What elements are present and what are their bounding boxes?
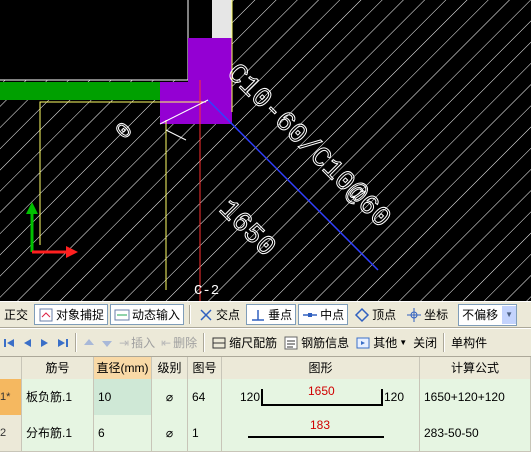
object-snap-label: 对象捕捉 — [56, 308, 105, 322]
grid-header-row: 筋号 直径(mm) 级别 图号 图形 计算公式 — [0, 357, 531, 380]
vertex-snap-button[interactable]: 顶点 — [350, 304, 400, 325]
scale-rebar-icon — [212, 337, 226, 348]
rebar-info-label: 钢筋信息 — [301, 336, 350, 350]
other-menu-button[interactable]: 其他 ▼ — [352, 332, 410, 354]
slab-band-green — [0, 82, 160, 100]
column-header-diameter[interactable]: 直径(mm) — [94, 357, 152, 379]
coordinate-snap-button[interactable]: 坐标 — [402, 304, 452, 325]
scale-rebar-button[interactable]: 缩尺配筋 — [208, 332, 280, 354]
rebar-toolbar: ⇥ 插入 ⇤ 删除 缩尺配筋 钢筋信息 其他 ▼ 关闭 单构件 — [0, 329, 531, 357]
ortho-button[interactable]: 正交 — [0, 304, 32, 325]
ortho-label: 正交 — [4, 308, 29, 322]
table-row[interactable]: 2 分布筋.1 6 ⌀ 1 183 283-50-50 — [0, 415, 531, 452]
row-number[interactable]: 1* — [0, 379, 22, 415]
cad-drawing-canvas[interactable]: C10-60/C10@60 1650 0 C-2 — [0, 0, 531, 301]
object-snap-button[interactable]: 对象捕捉 — [34, 304, 109, 325]
column-header-figure-number[interactable]: 图号 — [188, 357, 222, 379]
next-record-icon[interactable] — [38, 336, 52, 350]
scale-rebar-label: 缩尺配筋 — [229, 336, 278, 350]
midpoint-snap-button[interactable]: 中点 — [298, 304, 349, 325]
toolbar-separator — [189, 305, 192, 324]
single-member-button[interactable]: 单构件 — [448, 332, 490, 354]
vertex-icon — [355, 307, 370, 322]
perpendicular-icon — [252, 309, 265, 321]
close-button[interactable]: 关闭 — [410, 332, 440, 354]
move-up-icon[interactable] — [82, 336, 96, 350]
grade-cell[interactable]: ⌀ — [152, 379, 188, 415]
coordinate-label: 坐标 — [424, 308, 449, 322]
formula-cell[interactable]: 1650+120+120 — [420, 379, 531, 415]
perpendicular-snap-button[interactable]: 垂点 — [246, 304, 297, 325]
shape-left-length: 120 — [240, 390, 261, 404]
formula-cell[interactable]: 283-50-50 — [420, 415, 531, 451]
row-number-header — [0, 357, 22, 379]
figure-number-cell[interactable]: 1 — [188, 415, 222, 451]
bar-name-cell[interactable]: 板负筋.1 — [22, 379, 94, 415]
beam-purple-lower — [160, 82, 232, 124]
diameter-cell[interactable]: 10 — [94, 379, 152, 415]
toolbar-separator — [203, 333, 206, 352]
vertex-label: 顶点 — [372, 308, 397, 322]
delete-label: 删除 — [173, 336, 198, 350]
previous-record-icon[interactable] — [20, 336, 34, 350]
dynamic-input-button[interactable]: 动态输入 — [110, 304, 185, 325]
toolbar-separator — [75, 333, 77, 352]
midpoint-icon — [303, 312, 318, 317]
move-down-icon[interactable] — [100, 336, 114, 350]
slab-block — [0, 0, 188, 80]
table-row[interactable]: 1* 板负筋.1 10 ⌀ 64 120 1650 120 1650+120+1… — [0, 379, 531, 416]
shape-cell[interactable]: 120 1650 120 — [222, 379, 420, 415]
offset-select-value: 不偏移 — [462, 308, 499, 322]
chevron-down-icon: ▼ — [399, 338, 408, 347]
axis-label: C-2 — [194, 283, 219, 299]
close-label: 关闭 — [413, 336, 438, 350]
rebar-info-button[interactable]: 钢筋信息 — [280, 332, 352, 354]
snap-object-icon — [39, 308, 53, 321]
shape-cell[interactable]: 183 — [222, 415, 420, 451]
coordinate-icon — [407, 307, 422, 322]
snap-toolbar: 正交 对象捕捉 动态输入 交点 垂点 中点 顶点 坐标 不偏移 ▼ — [0, 301, 531, 328]
intersection-snap-button[interactable]: 交点 — [194, 304, 244, 325]
figure-number-cell[interactable]: 64 — [188, 379, 222, 415]
midpoint-label: 中点 — [320, 308, 345, 322]
other-menu-icon — [356, 337, 370, 348]
rebar-info-icon — [284, 336, 298, 349]
insert-button[interactable]: ⇥ 插入 — [116, 332, 158, 354]
wall-strip — [212, 0, 232, 38]
delete-icon: ⇤ — [161, 335, 172, 350]
shape-right-length: 120 — [384, 390, 405, 404]
bar-name-cell[interactable]: 分布筋.1 — [22, 415, 94, 451]
shape-mid-length: 183 — [310, 418, 331, 432]
intersection-label: 交点 — [216, 308, 241, 322]
other-menu-label: 其他 — [373, 336, 398, 350]
offset-select[interactable]: 不偏移 ▼ — [458, 303, 518, 326]
last-record-icon[interactable] — [56, 336, 70, 350]
chevron-down-icon[interactable]: ▼ — [502, 305, 517, 324]
first-record-icon[interactable] — [2, 336, 16, 350]
column-header-grade[interactable]: 级别 — [152, 357, 188, 379]
row-number[interactable]: 2 — [0, 415, 22, 451]
cad-drawing[interactable]: C10-60/C10@60 1650 0 C-2 — [0, 0, 531, 301]
diameter-cell[interactable]: 6 — [94, 415, 152, 451]
column-header-shape[interactable]: 图形 — [222, 357, 420, 379]
grade-cell[interactable]: ⌀ — [152, 415, 188, 451]
perpendicular-label: 垂点 — [268, 308, 293, 322]
single-member-label: 单构件 — [451, 336, 488, 350]
insert-icon: ⇥ — [119, 335, 130, 350]
insert-label: 插入 — [131, 336, 156, 350]
rebar-grid: 筋号 直径(mm) 级别 图号 图形 计算公式 1* 板负筋.1 10 ⌀ 64… — [0, 357, 531, 452]
column-header-formula[interactable]: 计算公式 — [420, 357, 531, 379]
delete-button[interactable]: ⇤ 删除 — [158, 332, 200, 354]
column-header-bar-number[interactable]: 筋号 — [22, 357, 94, 379]
shape-mid-length: 1650 — [308, 384, 335, 398]
dynamic-input-label: 动态输入 — [132, 308, 181, 322]
intersection-icon — [200, 308, 212, 321]
toolbar-separator — [443, 333, 446, 352]
dynamic-input-icon — [114, 309, 130, 320]
